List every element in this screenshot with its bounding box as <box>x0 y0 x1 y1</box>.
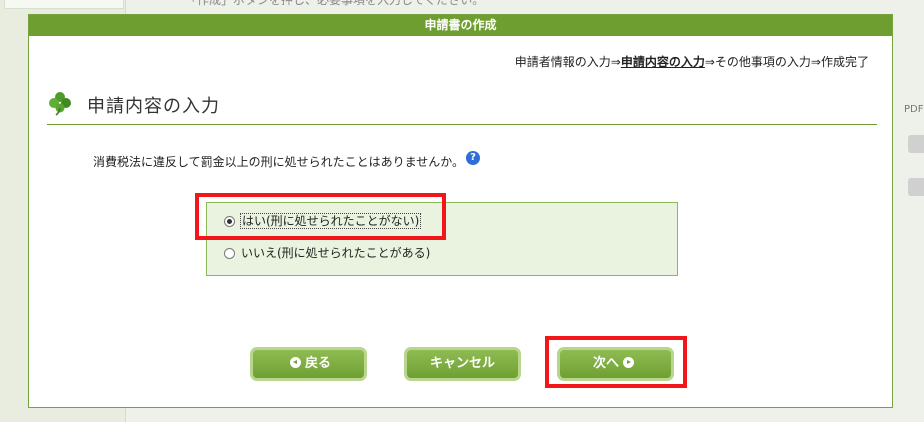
background-instruction-text: 「作成」ボタンを押し、必要事項を入力してください。 <box>185 0 485 7</box>
highlight-box-yes-option <box>195 193 446 240</box>
cancel-button-label: キャンセル <box>429 356 495 371</box>
highlight-box-next-button <box>545 336 687 388</box>
radio-no[interactable] <box>224 248 235 259</box>
section-title: 申請内容の入力 <box>87 96 220 117</box>
clover-icon <box>49 92 71 116</box>
background-pdf-label: PDF <box>904 104 924 115</box>
back-button-label: 戻る <box>304 356 331 371</box>
section-header: 申請内容の入力 <box>47 88 877 125</box>
question-label: 消費税法に違反して罰金以上の刑に処せられたことはありませんか。 <box>93 155 465 169</box>
background-right-button[interactable] <box>908 135 924 153</box>
steps-current: 申請内容の入力 <box>620 55 705 69</box>
create-application-dialog: 申請書の作成 申請者情報の入力⇒申請内容の入力⇒その他事項の入力⇒作成完了 申請… <box>28 14 893 408</box>
help-icon[interactable]: ? <box>466 151 481 165</box>
left-arrow-icon <box>289 357 301 368</box>
background-right-button[interactable] <box>908 178 924 196</box>
steps-after: ⇒その他事項の入力⇒作成完了 <box>704 55 869 69</box>
progress-steps: 申請者情報の入力⇒申請内容の入力⇒その他事項の入力⇒作成完了 <box>515 53 869 70</box>
back-button[interactable]: 戻る <box>250 347 367 381</box>
option-no[interactable]: いいえ(刑に処せられたことがある) <box>224 244 430 261</box>
option-no-label[interactable]: いいえ(刑に処せられたことがある) <box>241 246 430 260</box>
question-text: 消費税法に違反して罰金以上の刑に処せられたことはありませんか。? <box>93 151 481 170</box>
steps-before: 申請者情報の入力⇒ <box>514 55 621 69</box>
background-left-box <box>4 0 124 9</box>
cancel-button[interactable]: キャンセル <box>404 347 521 381</box>
dialog-title: 申請書の作成 <box>29 15 892 36</box>
